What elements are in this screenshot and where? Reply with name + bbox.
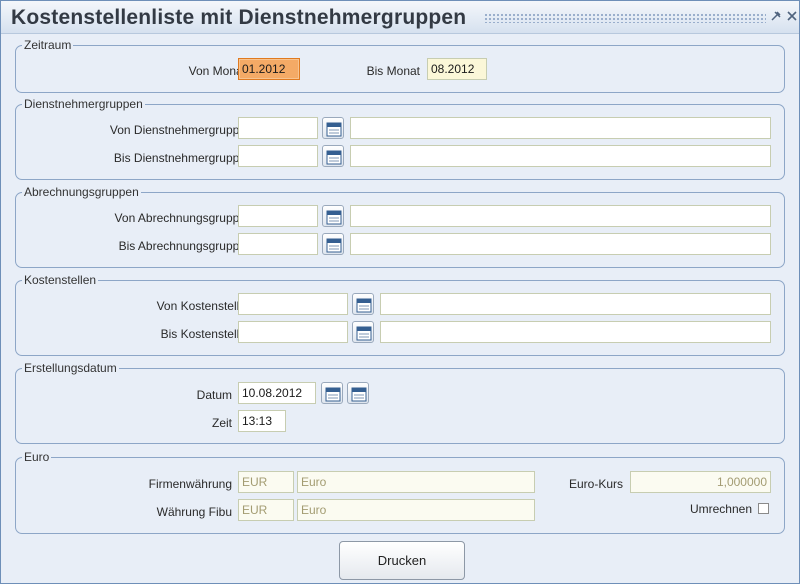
group-legend-abrechnungsgruppen: Abrechnungsgruppen bbox=[22, 185, 141, 199]
von-abrechnungsgruppe-code-input[interactable] bbox=[238, 205, 318, 227]
lookup-calendar-icon[interactable] bbox=[322, 205, 344, 227]
bis-dienstnehmergruppe-name-input[interactable] bbox=[350, 145, 771, 167]
von-abrechnungsgruppe-name-input[interactable] bbox=[350, 205, 771, 227]
firmenwaehrung-name-field: Euro bbox=[297, 471, 535, 493]
bis-monat-label: Bis Monat bbox=[366, 64, 420, 78]
bis-abrechnungsgruppe-label: Bis Abrechnungsgruppe bbox=[118, 239, 246, 253]
title-bar-pattern bbox=[484, 13, 766, 23]
euro-kurs-field: 1,000000 bbox=[630, 471, 771, 493]
pin-icon[interactable] bbox=[769, 10, 783, 24]
dialog-window: Kostenstellenliste mit Dienstnehmergrupp… bbox=[0, 0, 800, 584]
von-dienstnehmergruppe-label: Von Dienstnehmergruppe bbox=[109, 123, 246, 137]
von-kostenstelle-name-input[interactable] bbox=[380, 293, 771, 315]
group-dienstnehmergruppen: Dienstnehmergruppen Von Dienstnehmergrup… bbox=[15, 97, 785, 180]
waehrung-fibu-label: Währung Fibu bbox=[156, 505, 232, 519]
group-kostenstellen: Kostenstellen Von Kostenstelle Bis Koste… bbox=[15, 273, 785, 356]
group-abrechnungsgruppen: Abrechnungsgruppen Von Abrechnungsgruppe… bbox=[15, 185, 785, 268]
von-kostenstelle-label: Von Kostenstelle bbox=[156, 299, 246, 313]
bis-abrechnungsgruppe-name-input[interactable] bbox=[350, 233, 771, 255]
group-legend-euro: Euro bbox=[22, 450, 52, 464]
lookup-calendar-icon[interactable] bbox=[322, 117, 344, 139]
bis-kostenstelle-label: Bis Kostenstelle bbox=[160, 327, 246, 341]
group-zeitraum: Zeitraum Von Monat 01.2012 Bis Monat 08.… bbox=[15, 38, 785, 93]
waehrung-fibu-name-field: Euro bbox=[297, 499, 535, 521]
lookup-calendar-icon[interactable] bbox=[352, 293, 374, 315]
print-button[interactable]: Drucken bbox=[339, 541, 465, 580]
datum-label: Datum bbox=[196, 388, 232, 402]
zeit-label: Zeit bbox=[211, 416, 232, 430]
von-dienstnehmergruppe-code-input[interactable] bbox=[238, 117, 318, 139]
calendar-icon[interactable] bbox=[321, 382, 343, 404]
close-icon[interactable] bbox=[785, 10, 799, 24]
window-title: Kostenstellenliste mit Dienstnehmergrupp… bbox=[11, 6, 467, 29]
title-bar[interactable]: Kostenstellenliste mit Dienstnehmergrupp… bbox=[1, 1, 799, 34]
firmenwaehrung-label: Firmenwährung bbox=[148, 477, 232, 491]
group-euro: Euro Firmenwährung EUR Euro Euro-Kurs 1,… bbox=[15, 450, 785, 534]
group-legend-kostenstellen: Kostenstellen bbox=[22, 273, 99, 287]
von-kostenstelle-code-input[interactable] bbox=[238, 293, 348, 315]
bis-dienstnehmergruppe-label: Bis Dienstnehmergruppe bbox=[113, 151, 246, 165]
umrechnen-label: Umrechnen bbox=[689, 502, 752, 516]
von-dienstnehmergruppe-name-input[interactable] bbox=[350, 117, 771, 139]
datum-input[interactable]: 10.08.2012 bbox=[238, 382, 316, 404]
group-legend-erstellungsdatum: Erstellungsdatum bbox=[22, 361, 119, 375]
calendar-today-icon[interactable] bbox=[347, 382, 369, 404]
lookup-calendar-icon[interactable] bbox=[322, 145, 344, 167]
group-legend-zeitraum: Zeitraum bbox=[22, 38, 74, 52]
bis-abrechnungsgruppe-code-input[interactable] bbox=[238, 233, 318, 255]
firmenwaehrung-code-field: EUR bbox=[238, 471, 294, 493]
euro-kurs-label: Euro-Kurs bbox=[568, 477, 623, 491]
lookup-calendar-icon[interactable] bbox=[352, 321, 374, 343]
lookup-calendar-icon[interactable] bbox=[322, 233, 344, 255]
von-monat-input[interactable]: 01.2012 bbox=[238, 58, 300, 80]
group-legend-dienstnehmergruppen: Dienstnehmergruppen bbox=[22, 97, 145, 111]
bis-kostenstelle-name-input[interactable] bbox=[380, 321, 771, 343]
umrechnen-checkbox[interactable] bbox=[758, 503, 769, 514]
von-abrechnungsgruppe-label: Von Abrechnungsgruppe bbox=[114, 211, 246, 225]
bis-kostenstelle-code-input[interactable] bbox=[238, 321, 348, 343]
zeit-input[interactable]: 13:13 bbox=[238, 410, 286, 432]
bis-monat-input[interactable]: 08.2012 bbox=[427, 58, 487, 80]
waehrung-fibu-code-field: EUR bbox=[238, 499, 294, 521]
bis-dienstnehmergruppe-code-input[interactable] bbox=[238, 145, 318, 167]
group-erstellungsdatum: Erstellungsdatum Datum 10.08.2012 Zeit 1… bbox=[15, 361, 785, 444]
